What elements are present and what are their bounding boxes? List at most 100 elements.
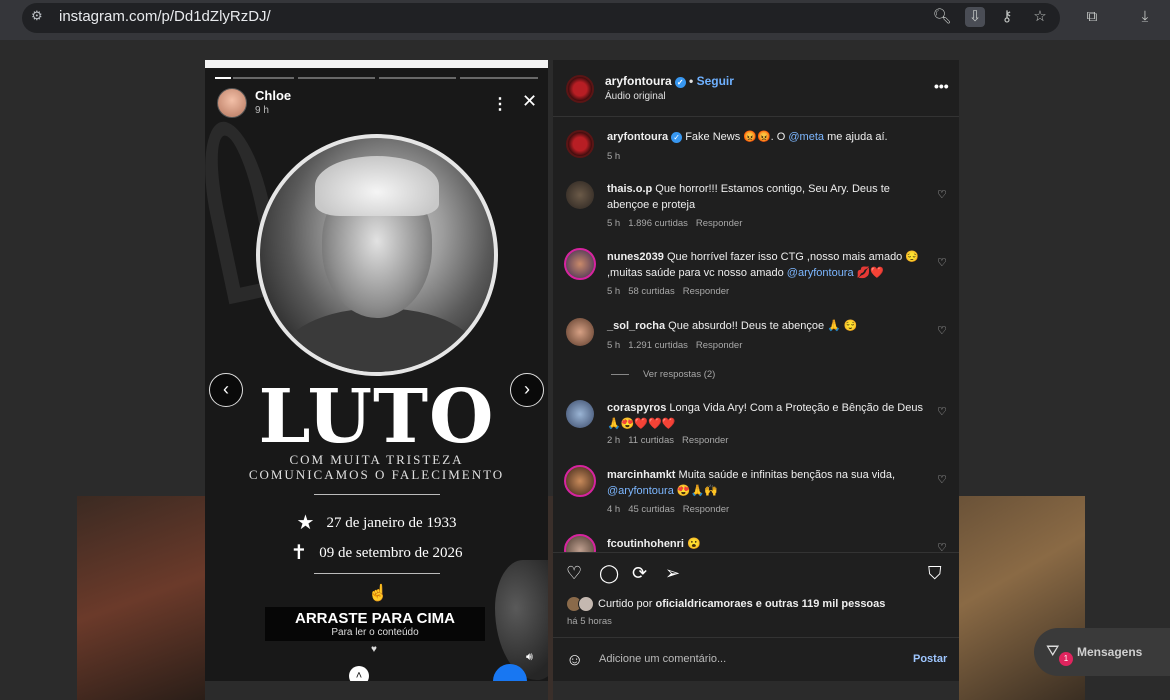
comment-body: Que absurdo!! Deus te abençoe 🙏 😌 xyxy=(668,320,858,332)
verified-badge-icon: ✓ xyxy=(674,77,686,88)
avatar[interactable] xyxy=(564,465,596,497)
divider xyxy=(553,552,959,553)
post-comments-panel: aryfontoura ✓ • Seguir Áudio original •••… xyxy=(553,60,959,681)
comment-input[interactable]: Adicione um comentário... xyxy=(599,653,726,665)
caption-text: Fake News 😡😡. O xyxy=(685,131,786,143)
caption-text: me ajuda aí. xyxy=(827,131,888,143)
star-icon: ★ xyxy=(296,512,315,534)
avatar[interactable] xyxy=(566,181,594,209)
comment-meta: 2 h 11 curtidas Responder xyxy=(607,435,736,446)
story-viewer: Chloe 9 h ⋮ ✕ ‹ › LUTO COM MUITA TRISTEZ… xyxy=(205,60,548,681)
verified-badge-icon: ✓ xyxy=(671,132,683,143)
background-photo xyxy=(77,496,205,700)
emoji-icon[interactable]: ☺ xyxy=(566,650,583,670)
reply-button[interactable]: Responder xyxy=(683,286,729,297)
avatar[interactable] xyxy=(564,534,596,552)
comment-likes[interactable]: 45 curtidas xyxy=(628,504,674,515)
swipe-up-link[interactable]: ARRASTE PARA CIMA Para ler o conteúdo xyxy=(265,607,485,641)
comment-time: 5 h xyxy=(607,286,621,297)
comment-time: 5 h xyxy=(607,340,621,351)
mention-link[interactable]: @meta xyxy=(788,131,824,143)
like-comment-icon[interactable]: ♡ xyxy=(937,405,947,418)
swipe-subtitle: Para ler o conteúdo xyxy=(331,627,419,638)
messenger-icon: ⛛ xyxy=(1046,643,1060,660)
comment-likes[interactable]: 1.896 curtidas xyxy=(628,218,688,229)
divider xyxy=(314,573,440,574)
close-icon[interactable]: ✕ xyxy=(522,91,537,112)
death-date: 09 de setembro de 2026 xyxy=(319,545,463,561)
like-comment-icon[interactable]: ♡ xyxy=(937,324,947,337)
audio-label[interactable]: Áudio original xyxy=(605,91,666,102)
share-icon[interactable]: ➢ xyxy=(665,563,680,584)
more-options-icon[interactable]: ⋮ xyxy=(492,94,508,114)
like-comment-icon[interactable]: ♡ xyxy=(937,188,947,201)
comment-time: 2 h xyxy=(607,435,621,446)
download-icon[interactable]: ⤓ xyxy=(1135,7,1155,27)
comment-username[interactable]: coraspyros xyxy=(607,402,666,414)
story-progress-bar xyxy=(215,77,231,79)
comment-username[interactable]: thais.o.p xyxy=(607,183,652,195)
liked-by-user[interactable]: oficialdricamoraes xyxy=(655,598,752,610)
reply-button[interactable]: Responder xyxy=(696,218,742,229)
birth-date: 27 de janeiro de 1933 xyxy=(326,515,457,531)
reply-button[interactable]: Responder xyxy=(683,504,729,515)
author-username[interactable]: aryfontoura xyxy=(605,74,672,88)
caption-time: 5 h xyxy=(607,151,621,162)
comment-username[interactable]: nunes2039 xyxy=(607,251,664,263)
more-options-icon[interactable]: ••• xyxy=(934,78,949,94)
messages-label: Mensagens xyxy=(1077,645,1143,659)
avatar[interactable] xyxy=(566,130,594,158)
avatar[interactable] xyxy=(564,248,596,280)
url-text[interactable]: instagram.com/p/Dd1dZlyRzDJ/ xyxy=(59,8,271,25)
comment-meta: 4 h 45 curtidas Responder xyxy=(607,504,737,515)
comment-meta: 5 h 1.291 curtidas Responder xyxy=(607,340,750,351)
story-progress-bar xyxy=(233,77,294,79)
story-username[interactable]: Chloe xyxy=(255,88,291,103)
avatar[interactable] xyxy=(566,400,594,428)
follow-button[interactable]: Seguir xyxy=(697,74,734,88)
story-avatar[interactable] xyxy=(217,88,247,118)
save-bookmark-icon[interactable]: ⛉ xyxy=(928,563,942,584)
post-comment-button[interactable]: Postar xyxy=(913,653,947,665)
comment-time: 5 h xyxy=(607,218,621,229)
avatar[interactable] xyxy=(566,318,594,346)
like-comment-icon[interactable]: ♡ xyxy=(937,256,947,269)
story-headline: LUTO xyxy=(258,374,495,460)
comment-likes[interactable]: 1.291 curtidas xyxy=(628,340,688,351)
chevron-up-icon[interactable]: ˄ xyxy=(349,666,369,681)
avatar[interactable] xyxy=(566,75,594,103)
repost-icon[interactable]: ⟳ xyxy=(632,563,647,584)
like-post-icon[interactable]: ♡ xyxy=(566,563,582,584)
liked-by-count[interactable]: e outras 119 mil pessoas xyxy=(756,598,886,610)
comment-text: marcinhamkt Muita saúde e infinitas benç… xyxy=(607,467,931,499)
comment-icon[interactable]: ◯ xyxy=(599,563,619,584)
caption-username[interactable]: aryfontoura xyxy=(607,131,668,143)
story-subtitle: COM MUITA TRISTEZA xyxy=(289,452,464,467)
browser-toolbar: ⚙ instagram.com/p/Dd1dZlyRzDJ/ 🔍︎ ⇩ ⚷ ☆ … xyxy=(0,0,1170,40)
install-icon[interactable]: ⇩ xyxy=(965,7,985,27)
comment-username[interactable]: marcinhamkt xyxy=(607,469,675,481)
comment-username[interactable]: _sol_rocha xyxy=(607,320,665,332)
mention-link[interactable]: @aryfontoura xyxy=(787,267,854,279)
replies-divider xyxy=(611,374,629,375)
extensions-icon[interactable]: ⧉ xyxy=(1082,7,1102,27)
reply-button[interactable]: Responder xyxy=(696,340,742,351)
view-replies-button[interactable]: Ver respostas (2) xyxy=(643,369,715,380)
caption: aryfontoura ✓ Fake News 😡😡. O @meta me aj… xyxy=(607,129,931,145)
comment-meta: 5 h 58 curtidas Responder xyxy=(607,286,737,297)
reply-button[interactable]: Responder xyxy=(682,435,728,446)
zoom-icon[interactable]: 🔍︎ xyxy=(932,7,952,27)
mention-link[interactable]: @aryfontoura xyxy=(607,485,674,497)
flower-decoration xyxy=(495,560,548,680)
like-comment-icon[interactable]: ♡ xyxy=(937,473,947,486)
bookmark-star-icon[interactable]: ☆ xyxy=(1030,7,1050,27)
comment-likes[interactable]: 58 curtidas xyxy=(628,286,674,297)
comment-emoji: 💋❤️ xyxy=(856,267,885,279)
comment-likes[interactable]: 11 curtidas xyxy=(628,435,674,446)
site-info-icon[interactable]: ⚙ xyxy=(31,8,47,24)
comment-username[interactable]: fcoutinhohenri xyxy=(607,538,684,550)
story-header-strip xyxy=(205,60,548,68)
password-key-icon[interactable]: ⚷ xyxy=(997,7,1017,27)
like-comment-icon[interactable]: ♡ xyxy=(937,541,947,552)
sound-icon[interactable]: 🔊︎ xyxy=(526,651,533,664)
